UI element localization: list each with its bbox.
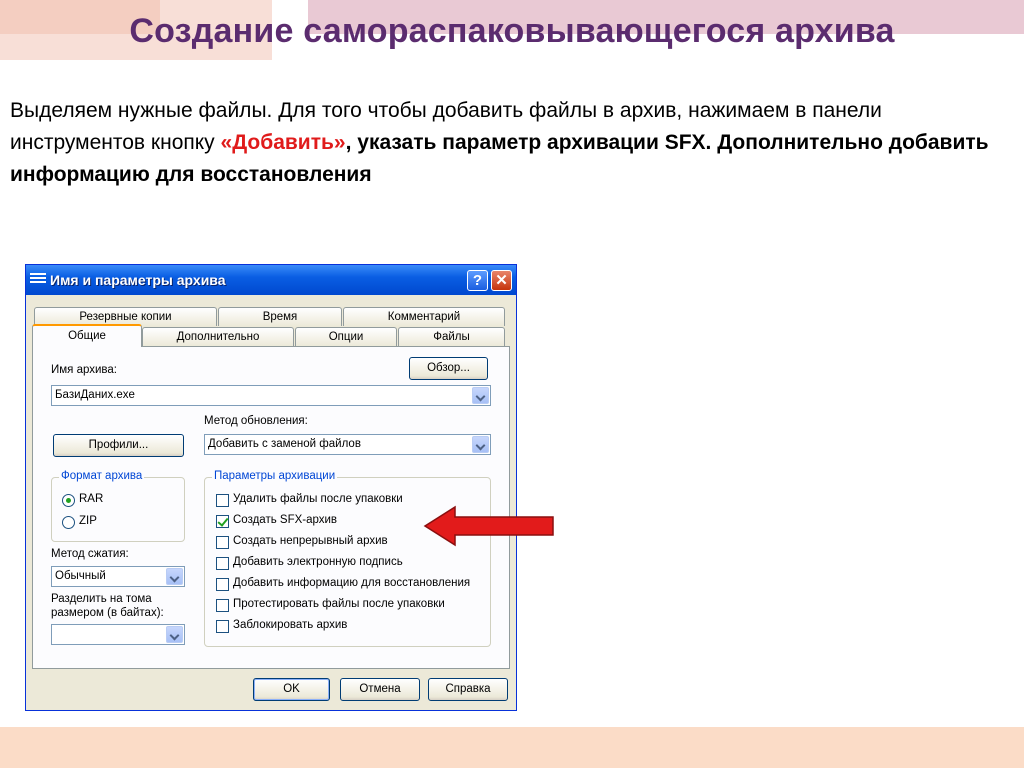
tab-general[interactable]: Общие — [32, 324, 142, 347]
cancel-button[interactable]: Отмена — [340, 678, 420, 701]
profiles-button[interactable]: Профили... — [53, 434, 184, 457]
recovery-record-label: Добавить информацию для восстановления — [233, 577, 471, 589]
dialog-titlebar[interactable]: Имя и параметры архива ? ✕ — [26, 265, 516, 295]
test-files-checkbox[interactable] — [216, 599, 229, 612]
lock-archive-label: Заблокировать архив — [233, 619, 348, 631]
solid-archive-checkbox[interactable] — [216, 536, 229, 549]
delete-files-label: Удалить файлы после упаковки — [233, 493, 403, 505]
chevron-down-icon[interactable] — [166, 568, 183, 585]
test-files-label: Протестировать файлы после упаковки — [233, 598, 445, 610]
params-group-label: Параметры архивации — [212, 470, 338, 482]
format-group — [51, 477, 185, 542]
delete-files-checkbox[interactable] — [216, 494, 229, 507]
tab-time[interactable]: Время — [218, 307, 342, 326]
create-sfx-label: Создать SFX-архив — [233, 514, 338, 526]
slide-title: Создание самораспаковывающегося архива — [129, 12, 895, 50]
tab-options[interactable]: Опции — [295, 327, 397, 346]
ok-button[interactable]: OK — [253, 678, 330, 701]
digital-signature-label: Добавить электронную подпись — [233, 556, 403, 568]
archive-name-combo[interactable]: БазиДаних.exe — [51, 385, 491, 406]
zip-label: ZIP — [79, 515, 97, 527]
update-method-value: Добавить с заменой файлов — [208, 438, 361, 450]
rar-label: RAR — [79, 493, 104, 505]
digital-signature-checkbox[interactable] — [216, 557, 229, 570]
tab-files[interactable]: Файлы — [398, 327, 505, 346]
create-sfx-checkbox[interactable] — [216, 515, 229, 528]
red-arrow-pointer — [423, 505, 554, 547]
dialog-title: Имя и параметры архива — [50, 272, 226, 288]
lock-archive-checkbox[interactable] — [216, 620, 229, 633]
zip-radio[interactable] — [62, 516, 75, 529]
slide-body-text: Выделяем нужные файлы. Для того чтобы до… — [10, 95, 1010, 191]
help-button[interactable]: Справка — [428, 678, 508, 701]
archive-dialog: Имя и параметры архива ? ✕ Резервные коп… — [25, 264, 517, 711]
help-icon[interactable]: ? — [467, 270, 488, 291]
chevron-down-icon[interactable] — [472, 387, 489, 404]
archive-name-label: Имя архива: — [51, 364, 118, 376]
update-method-combo[interactable]: Добавить с заменой файлов — [204, 434, 491, 455]
red-arrow-shape — [423, 505, 554, 547]
recovery-record-checkbox[interactable] — [216, 578, 229, 591]
chevron-down-icon[interactable] — [472, 436, 489, 453]
compression-label: Метод сжатия: — [51, 548, 129, 560]
split-label-2: размером (в байтах): — [51, 607, 164, 619]
compression-combo[interactable]: Обычный — [51, 566, 185, 587]
split-label-1: Разделить на тома — [51, 593, 152, 605]
footer-decoration — [0, 727, 1024, 768]
body-text-highlight: «Добавить» — [220, 131, 346, 154]
close-icon[interactable]: ✕ — [491, 270, 512, 291]
archive-name-value: БазиДаних.exe — [55, 389, 135, 401]
format-group-label: Формат архива — [59, 470, 145, 482]
split-size-combo[interactable] — [51, 624, 185, 645]
chevron-down-icon[interactable] — [166, 626, 183, 643]
browse-button[interactable]: Обзор... — [409, 357, 488, 380]
solid-archive-label: Создать непрерывный архив — [233, 535, 388, 547]
tab-advanced[interactable]: Дополнительно — [142, 327, 294, 346]
compression-value: Обычный — [55, 570, 106, 582]
winrar-icon — [30, 273, 46, 287]
update-method-label: Метод обновления: — [204, 415, 308, 427]
rar-radio[interactable] — [62, 494, 75, 507]
tab-comment[interactable]: Комментарий — [343, 307, 505, 326]
